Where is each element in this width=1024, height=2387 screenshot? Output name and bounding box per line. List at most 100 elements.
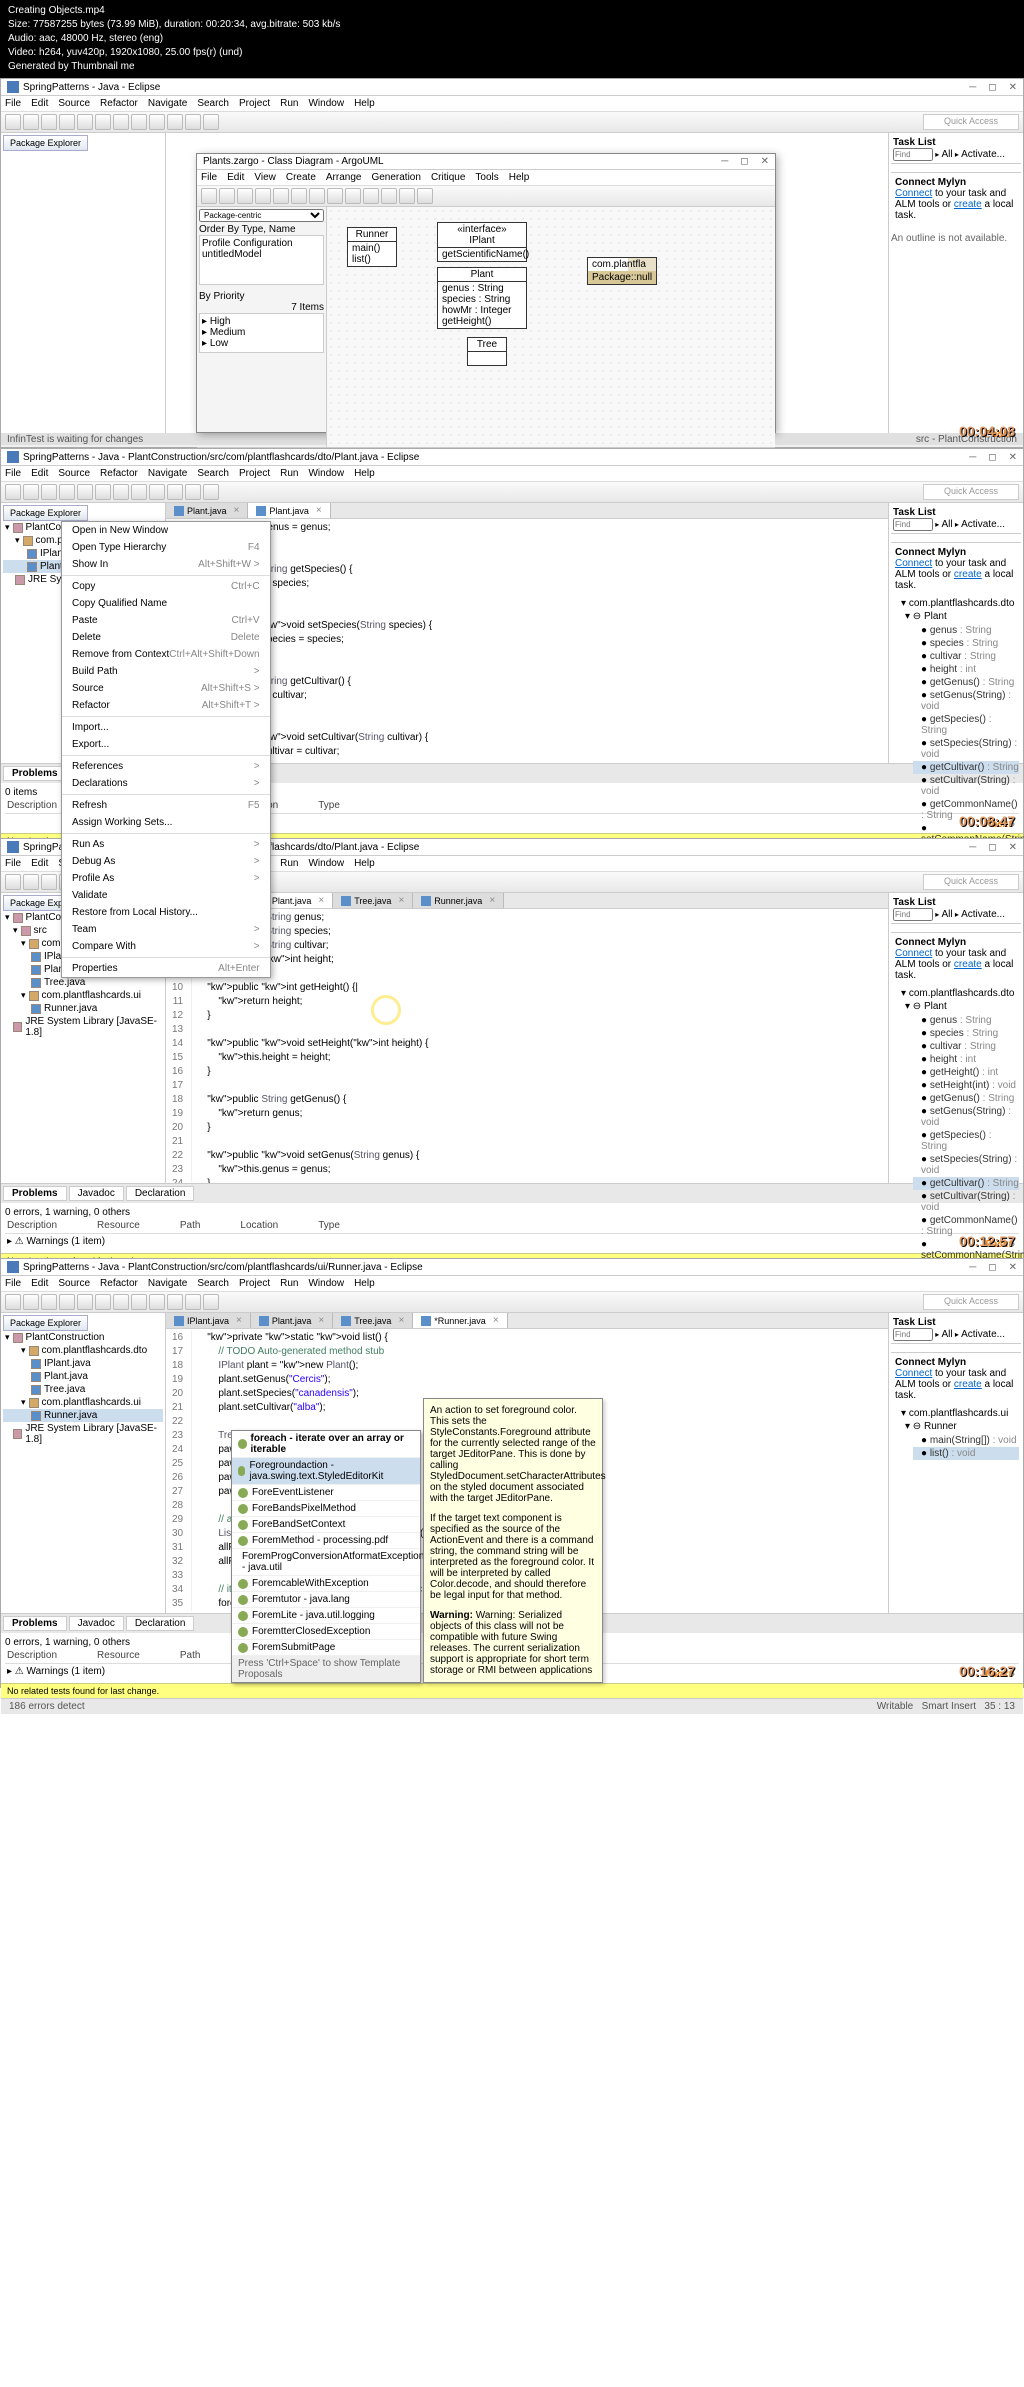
- autocomplete-item[interactable]: ForemMethod - processing.pdf: [232, 1533, 420, 1549]
- column-header[interactable]: Resource: [97, 1220, 140, 1231]
- quick-access-field[interactable]: Quick Access: [923, 114, 1019, 130]
- context-menu-item[interactable]: Remove from ContextCtrl+Alt+Shift+Down: [62, 646, 270, 663]
- context-menu-item[interactable]: Run As>: [62, 836, 270, 853]
- context-menu[interactable]: Open in New WindowOpen Type HierarchyF4S…: [61, 521, 271, 978]
- context-menu-item[interactable]: DeleteDelete: [62, 629, 270, 646]
- menu-file[interactable]: File: [201, 172, 217, 183]
- tasklist-find-field[interactable]: [893, 1328, 933, 1341]
- context-menu-item[interactable]: RefactorAlt+Shift+T >: [62, 697, 270, 714]
- column-header[interactable]: Description: [7, 800, 57, 811]
- problems-tab[interactable]: Problems: [3, 766, 67, 781]
- toolbar-button[interactable]: [95, 114, 111, 130]
- column-header[interactable]: Path: [180, 1220, 201, 1231]
- argouml-menubar[interactable]: FileEditViewCreateArrangeGenerationCriti…: [197, 170, 775, 186]
- outline-item[interactable]: ● setSpecies(String) : void: [913, 1153, 1019, 1177]
- menu-run[interactable]: Run: [280, 468, 298, 479]
- menu-navigate[interactable]: Navigate: [148, 468, 187, 479]
- toolbar-button[interactable]: [77, 114, 93, 130]
- menu-window[interactable]: Window: [308, 468, 344, 479]
- autocomplete-item[interactable]: ForemProgConversionAtformatException - j…: [232, 1549, 420, 1576]
- context-menu-item[interactable]: Build Path>: [62, 663, 270, 680]
- outline-item[interactable]: ● setGenus(String) : void: [913, 689, 1019, 713]
- menu-help[interactable]: Help: [354, 98, 375, 109]
- editor-tab[interactable]: Tree.java×: [333, 893, 413, 908]
- uml-package[interactable]: com.plantflaPackage::null: [587, 257, 657, 285]
- priority-low[interactable]: ▸ Low: [202, 338, 321, 349]
- menu-file[interactable]: File: [5, 858, 21, 869]
- context-menu-item[interactable]: Profile As>: [62, 870, 270, 887]
- menu-generation[interactable]: Generation: [371, 172, 420, 183]
- context-menu-item[interactable]: Export...: [62, 736, 270, 753]
- menu-edit[interactable]: Edit: [227, 172, 244, 183]
- tree-node[interactable]: untitledModel: [202, 249, 321, 260]
- toolbar-button[interactable]: [167, 114, 183, 130]
- context-menu-item[interactable]: PasteCtrl+V: [62, 612, 270, 629]
- outline-item[interactable]: ● main(String[]) : void: [913, 1434, 1019, 1447]
- minimize-icon[interactable]: ─: [969, 82, 976, 93]
- toolbar-button[interactable]: [203, 114, 219, 130]
- autocomplete-item[interactable]: ForemSubmitPage: [232, 1640, 420, 1656]
- argouml-window[interactable]: Plants.zargo - Class Diagram - ArgoUML ─…: [196, 153, 776, 433]
- menu-search[interactable]: Search: [197, 468, 229, 479]
- menu-file[interactable]: File: [5, 468, 21, 479]
- toolbar-button[interactable]: [113, 114, 129, 130]
- editor-tab[interactable]: *Runner.java×: [413, 1313, 507, 1328]
- context-menu-item[interactable]: Assign Working Sets...: [62, 814, 270, 831]
- autocomplete-item[interactable]: ForemcableWithException: [232, 1576, 420, 1592]
- outline-item[interactable]: ● setHeight(int) : void: [913, 1079, 1019, 1092]
- priority-high[interactable]: ▸ High: [202, 316, 321, 327]
- outline-item[interactable]: ● list() : void: [913, 1447, 1019, 1460]
- menu-run[interactable]: Run: [280, 98, 298, 109]
- minimize-icon[interactable]: ─: [721, 156, 728, 167]
- tasklist-find-field[interactable]: [893, 518, 933, 531]
- minimize-icon[interactable]: ─: [969, 452, 976, 463]
- quick-access-field[interactable]: Quick Access: [923, 484, 1019, 500]
- menu-search[interactable]: Search: [197, 98, 229, 109]
- outline-item[interactable]: ● height : int: [913, 1053, 1019, 1066]
- column-header[interactable]: Type: [318, 800, 340, 811]
- priority-medium[interactable]: ▸ Medium: [202, 327, 321, 338]
- menu-help[interactable]: Help: [354, 858, 375, 869]
- autocomplete-item[interactable]: Foremtutor - java.lang: [232, 1592, 420, 1608]
- context-menu-item[interactable]: CopyCtrl+C: [62, 578, 270, 595]
- tree-node[interactable]: Profile Configuration: [202, 238, 321, 249]
- toolbar-button[interactable]: [5, 114, 21, 130]
- argouml-toolbar[interactable]: [197, 186, 775, 207]
- outline-item[interactable]: ● getCultivar() : String: [913, 1177, 1019, 1190]
- autocomplete-item[interactable]: ForeBandsPixelMethod: [232, 1501, 420, 1517]
- editor-tab[interactable]: Plant.java×: [248, 503, 330, 518]
- toolbar[interactable]: Quick Access: [1, 1292, 1023, 1313]
- autocomplete-item[interactable]: Foregroundaction - java.swing.text.Style…: [232, 1458, 420, 1485]
- outline-item[interactable]: ● cultivar : String: [913, 650, 1019, 663]
- uml-canvas[interactable]: Runnermain() list() «interface»IPlantget…: [327, 207, 775, 447]
- close-icon[interactable]: ✕: [1009, 452, 1017, 463]
- menu-tools[interactable]: Tools: [475, 172, 498, 183]
- uml-class-runner[interactable]: Runnermain() list(): [347, 227, 397, 267]
- tasklist-find-field[interactable]: [893, 908, 933, 921]
- column-header[interactable]: Resource: [97, 1650, 140, 1661]
- problems-view[interactable]: ProblemsJavadocDeclaration 0 errors, 1 w…: [1, 1183, 1023, 1253]
- problems-tab[interactable]: Problems: [3, 1616, 67, 1631]
- menu-critique[interactable]: Critique: [431, 172, 465, 183]
- menu-edit[interactable]: Edit: [31, 98, 48, 109]
- outline-item[interactable]: ● getSpecies() : String: [913, 1129, 1019, 1153]
- menu-project[interactable]: Project: [239, 468, 270, 479]
- mylyn-connect-link[interactable]: Connect: [895, 188, 932, 199]
- context-menu-item[interactable]: Team>: [62, 921, 270, 938]
- toolbar[interactable]: Quick Access: [1, 482, 1023, 503]
- menu-source[interactable]: Source: [58, 468, 90, 479]
- context-menu-item[interactable]: Show InAlt+Shift+W >: [62, 556, 270, 573]
- column-header[interactable]: Location: [240, 1220, 278, 1231]
- close-icon[interactable]: ✕: [1009, 82, 1017, 93]
- context-menu-item[interactable]: Validate: [62, 887, 270, 904]
- outline-item[interactable]: ● getGenus() : String: [913, 676, 1019, 689]
- uml-interface-iplant[interactable]: «interface»IPlantgetScientificName(): [437, 222, 527, 262]
- outline-item[interactable]: ● setSpecies(String) : void: [913, 737, 1019, 761]
- menubar[interactable]: FileEditSourceRefactorNavigateSearchProj…: [1, 466, 1023, 482]
- code-editor[interactable]: 5678910111213141516171819202122232425262…: [166, 909, 888, 1183]
- menu-project[interactable]: Project: [239, 1278, 270, 1289]
- outline-item[interactable]: ● genus : String: [913, 1014, 1019, 1027]
- menu-help[interactable]: Help: [354, 468, 375, 479]
- maximize-icon[interactable]: ◻: [740, 156, 748, 167]
- column-header[interactable]: Type: [318, 1220, 340, 1231]
